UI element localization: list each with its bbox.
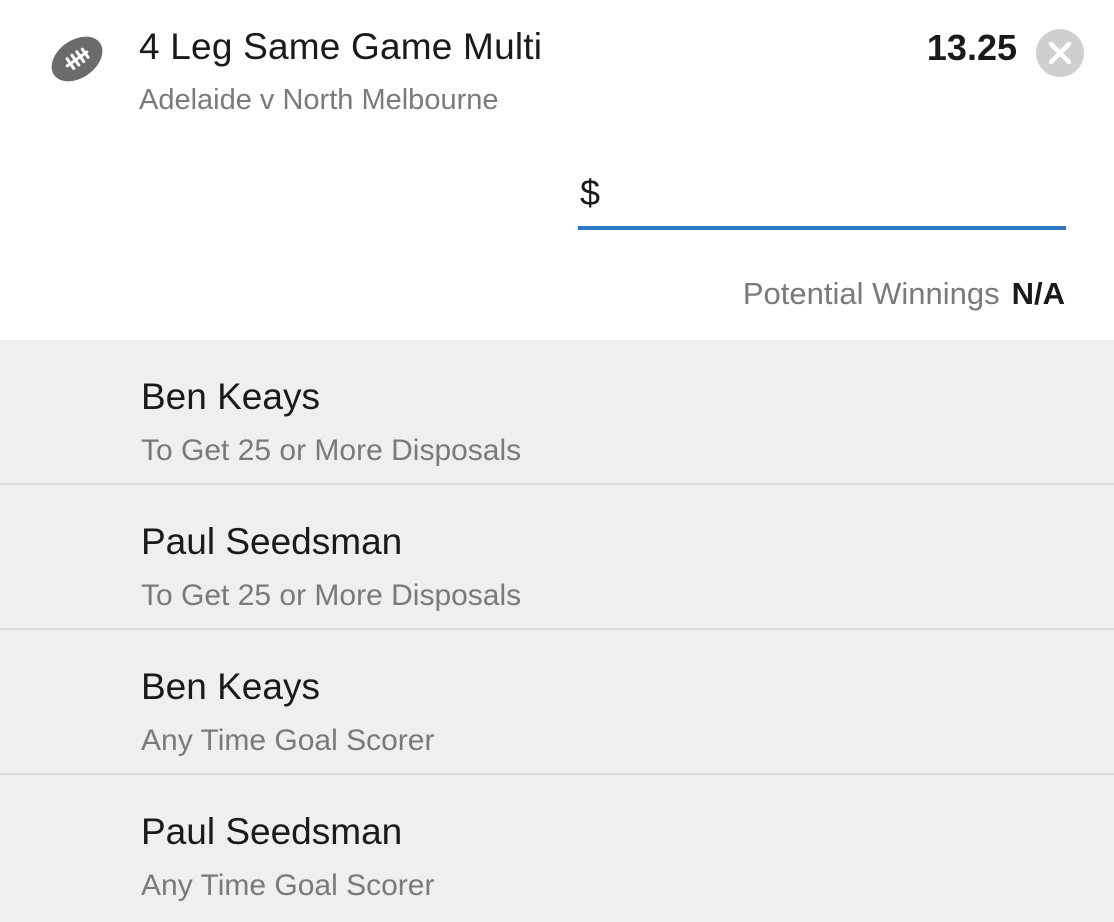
- leg-market: To Get 25 or More Disposals: [141, 434, 522, 467]
- leg-market: Any Time Goal Scorer: [141, 724, 435, 757]
- bet-leg: Paul Seedsman To Get 25 or More Disposal…: [0, 485, 1114, 630]
- stake-input[interactable]: [614, 174, 1058, 220]
- leg-player: Paul Seedsman: [141, 811, 403, 852]
- leg-market: To Get 25 or More Disposals: [141, 579, 522, 612]
- bet-title: 4 Leg Same Game Multi: [139, 26, 543, 67]
- leg-player: Paul Seedsman: [141, 521, 403, 562]
- bet-header: 4 Leg Same Game Multi Adelaide v North M…: [0, 0, 1114, 340]
- potential-winnings-value: N/A: [1011, 276, 1065, 311]
- leg-player: Ben Keays: [141, 666, 320, 707]
- currency-symbol: $: [580, 172, 601, 213]
- leg-player: Ben Keays: [141, 376, 320, 417]
- bet-leg: Ben Keays To Get 25 or More Disposals: [0, 340, 1114, 485]
- close-circle-icon: [1035, 29, 1085, 81]
- bet-odds: 13.25: [926, 27, 1017, 68]
- bet-slip: 4 Leg Same Game Multi Adelaide v North M…: [0, 0, 1114, 922]
- leg-market: Any Time Goal Scorer: [141, 869, 435, 902]
- football-icon: [48, 30, 106, 88]
- bet-leg: Ben Keays Any Time Goal Scorer: [0, 630, 1114, 775]
- potential-winnings-label: Potential Winnings: [742, 276, 1000, 311]
- potential-winnings: Potential Winnings N/A: [743, 276, 1065, 312]
- match-name: Adelaide v North Melbourne: [139, 84, 499, 116]
- remove-bet-button[interactable]: [1035, 28, 1085, 78]
- stake-field[interactable]: $: [578, 168, 1066, 230]
- bet-leg: Paul Seedsman Any Time Goal Scorer: [0, 775, 1114, 920]
- bet-legs-list: Ben Keays To Get 25 or More Disposals Pa…: [0, 340, 1114, 922]
